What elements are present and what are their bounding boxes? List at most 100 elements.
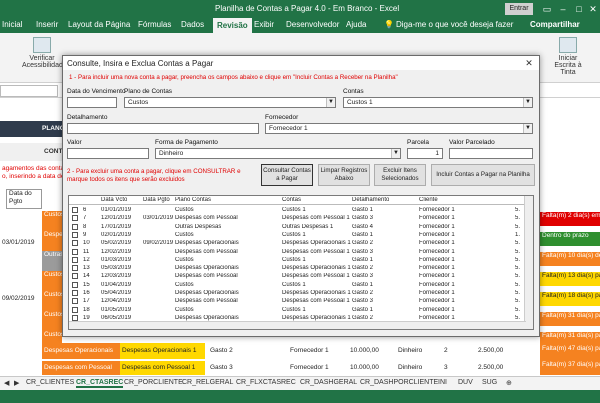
list-vertical-scrollbar[interactable] bbox=[524, 196, 533, 329]
chevron-down-icon[interactable]: ▼ bbox=[326, 98, 335, 107]
list-item[interactable]: 13 05/03/2019 Despesas Operacionais Despesa… bbox=[69, 264, 533, 272]
row-checkbox[interactable] bbox=[72, 314, 78, 321]
add-sheet-icon[interactable]: ⊕ bbox=[506, 379, 512, 387]
list-item[interactable]: 15 01/04/2019 Custos Custos 1 Gasto 1 Fornece… bbox=[69, 281, 533, 289]
sheet-tab-cr-flxctasrec[interactable]: CR_FLXCTASREC bbox=[236, 379, 296, 386]
list-cell: 5. bbox=[515, 298, 521, 305]
close-window-icon[interactable]: ✕ bbox=[586, 2, 600, 16]
sheet-tab-next-icon[interactable]: ▶ bbox=[14, 379, 19, 387]
contas-select[interactable]: Custos 1 ▼ bbox=[343, 97, 533, 108]
list-cell: 5. bbox=[515, 314, 521, 321]
list-cell: Custos bbox=[175, 281, 194, 288]
chevron-down-icon[interactable]: ▼ bbox=[523, 98, 532, 107]
forma-select[interactable]: Dinheiro ▼ bbox=[155, 148, 401, 159]
check-accessibility-button[interactable]: Verificar Acessibilidade bbox=[22, 35, 67, 69]
list-item[interactable]: 17 12/04/2019 Despesas com Pessoal Despesas… bbox=[69, 297, 533, 305]
row-checkbox[interactable] bbox=[72, 231, 78, 238]
list-cell: Gasto 4 bbox=[352, 223, 374, 230]
row-checkbox[interactable] bbox=[72, 248, 78, 255]
sheet-tab-cr-clientes[interactable]: CR_CLIENTES bbox=[26, 379, 74, 386]
list-item[interactable]: 6 01/01/2019 Custos Custos 1 Gasto 1 Forneced… bbox=[69, 206, 533, 214]
list-cell: Despesas com Pessoal 1 bbox=[282, 273, 350, 280]
start-inking-button[interactable]: Iniciar Escrita à Tinta bbox=[548, 35, 588, 76]
row-checkbox[interactable] bbox=[72, 265, 78, 272]
sheet-tab-prev-icon[interactable]: ◀ bbox=[4, 379, 9, 387]
list-cell: Despesas Operacionais bbox=[175, 240, 239, 247]
sheet-tab-duv[interactable]: DUV bbox=[458, 379, 473, 386]
excluir-button[interactable]: Excluir Itens Selecionados bbox=[374, 164, 426, 186]
contas-list[interactable]: Data Vcto Data Pgto Plano Contas Contas … bbox=[68, 195, 534, 330]
valor-input[interactable] bbox=[67, 148, 149, 159]
list-cell: 5. bbox=[515, 281, 521, 288]
list-cell: Fornecedor 1 bbox=[419, 290, 455, 296]
row-checkbox[interactable] bbox=[72, 215, 78, 222]
incluir-button[interactable]: Incluir Contas a Pagar na Planilha bbox=[431, 164, 535, 186]
list-cell: Gasto 2 bbox=[352, 290, 374, 296]
ribbon-display-icon[interactable]: ▭ bbox=[540, 2, 554, 16]
sheet-tab-ini[interactable]: INI bbox=[438, 379, 447, 386]
tab-layout[interactable]: Layout da Página bbox=[68, 20, 130, 29]
sheet-tab-cr-porcliente[interactable]: CR_PORCLIENTE bbox=[124, 379, 183, 386]
share-button[interactable]: Compartilhar bbox=[530, 20, 580, 29]
list-cell: 5. bbox=[515, 207, 521, 213]
sheet-tab-cr-ctasrec[interactable]: CR_CTASREC bbox=[76, 379, 124, 388]
detalhamento-input[interactable] bbox=[67, 123, 259, 134]
tab-desenvolvedor[interactable]: Desenvolvedor bbox=[286, 20, 339, 29]
plano-select[interactable]: Custos ▼ bbox=[124, 97, 336, 108]
row-checkbox[interactable] bbox=[72, 256, 78, 263]
row-checkbox[interactable] bbox=[72, 298, 78, 305]
limpar-button[interactable]: Limpar Registros Abaixo bbox=[318, 164, 370, 186]
accessibility-icon bbox=[33, 37, 51, 53]
signin-button[interactable]: Entrar bbox=[505, 3, 533, 15]
tab-inserir[interactable]: Inserir bbox=[36, 20, 58, 29]
list-item[interactable]: 12 01/03/2019 Custos Custos 1 Gasto 1 Fornece… bbox=[69, 256, 533, 264]
row-checkbox[interactable] bbox=[72, 281, 78, 288]
dialog-close-icon[interactable]: ✕ bbox=[521, 57, 537, 69]
tab-dados[interactable]: Dados bbox=[181, 20, 204, 29]
list-item[interactable]: 10 05/02/2019 09/02/2019 Despesas Operacion… bbox=[69, 239, 533, 247]
list-item[interactable]: 16 05/04/2019 Despesas Operacionais Despesa… bbox=[69, 289, 533, 297]
name-box[interactable] bbox=[0, 85, 58, 97]
list-item[interactable]: 9 02/01/2019 Custos Custos 1 Gasto 1 Forneced… bbox=[69, 231, 533, 239]
list-cell: Despesas Operacionais 1 bbox=[282, 314, 351, 321]
fornecedor-select[interactable]: Fornecedor 1 ▼ bbox=[265, 123, 533, 134]
maximize-icon[interactable]: □ bbox=[572, 2, 586, 16]
list-item[interactable]: 7 12/01/2019 03/01/2019 Despesas com Pessoa… bbox=[69, 214, 533, 222]
sheet-tab-cr-relgeral[interactable]: CR_RELGERAL bbox=[182, 379, 233, 386]
tab-formulas[interactable]: Fórmulas bbox=[138, 20, 171, 29]
row-checkbox[interactable] bbox=[72, 207, 78, 213]
tab-ajuda[interactable]: Ajuda bbox=[346, 20, 366, 29]
parcelado-input[interactable] bbox=[449, 148, 533, 159]
list-horizontal-scrollbar[interactable] bbox=[69, 321, 526, 329]
list-item[interactable]: 11 12/02/2019 Despesas com Pessoal Despesas… bbox=[69, 248, 533, 256]
list-cell: Gasto 2 bbox=[352, 314, 374, 321]
sheet-tab-sug[interactable]: SUG bbox=[482, 379, 497, 386]
list-item[interactable]: 18 01/05/2019 Custos Custos 1 Gasto 1 Fornece… bbox=[69, 306, 533, 314]
row-checkbox[interactable] bbox=[72, 306, 78, 313]
list-cell: 19 bbox=[83, 314, 90, 321]
list-cell: Despesas Operacionais 1 bbox=[282, 290, 351, 296]
tab-inicial[interactable]: Inicial bbox=[2, 20, 22, 29]
list-cell: 5. bbox=[515, 306, 521, 313]
tab-exibir[interactable]: Exibir bbox=[254, 20, 274, 29]
row-checkbox[interactable] bbox=[72, 240, 78, 247]
row-checkbox[interactable] bbox=[72, 273, 78, 280]
tab-revisao[interactable]: Revisão bbox=[213, 18, 252, 33]
sheet-tab-cr-dashgeral[interactable]: CR_DASHGERAL bbox=[300, 379, 357, 386]
minimize-icon[interactable]: – bbox=[556, 2, 570, 16]
row-checkbox[interactable] bbox=[72, 223, 78, 230]
list-cell: Custos 1 bbox=[282, 306, 306, 313]
list-cell: 13 bbox=[83, 265, 90, 272]
consultar-button[interactable]: Consultar Contas a Pagar bbox=[261, 164, 313, 186]
sheet-tab-cr-dashporcliente[interactable]: CR_DASHPORCLIENTE bbox=[360, 379, 438, 386]
tell-me-box[interactable]: Diga-me o que você deseja fazer bbox=[396, 20, 513, 29]
chevron-down-icon[interactable]: ▼ bbox=[391, 149, 400, 158]
list-cell: 16 bbox=[83, 290, 90, 296]
side-note-2: o, inserindo a data de bbox=[2, 173, 65, 180]
parcela-input[interactable]: 1 bbox=[407, 148, 443, 159]
list-item[interactable]: 14 12/03/2019 Despesas com Pessoal Despesas… bbox=[69, 272, 533, 280]
list-item[interactable]: 8 17/01/2019 Outras Despesas Outras Despesa… bbox=[69, 223, 533, 231]
row-checkbox[interactable] bbox=[72, 290, 78, 296]
chevron-down-icon[interactable]: ▼ bbox=[523, 124, 532, 133]
vencimento-input[interactable] bbox=[67, 97, 117, 108]
